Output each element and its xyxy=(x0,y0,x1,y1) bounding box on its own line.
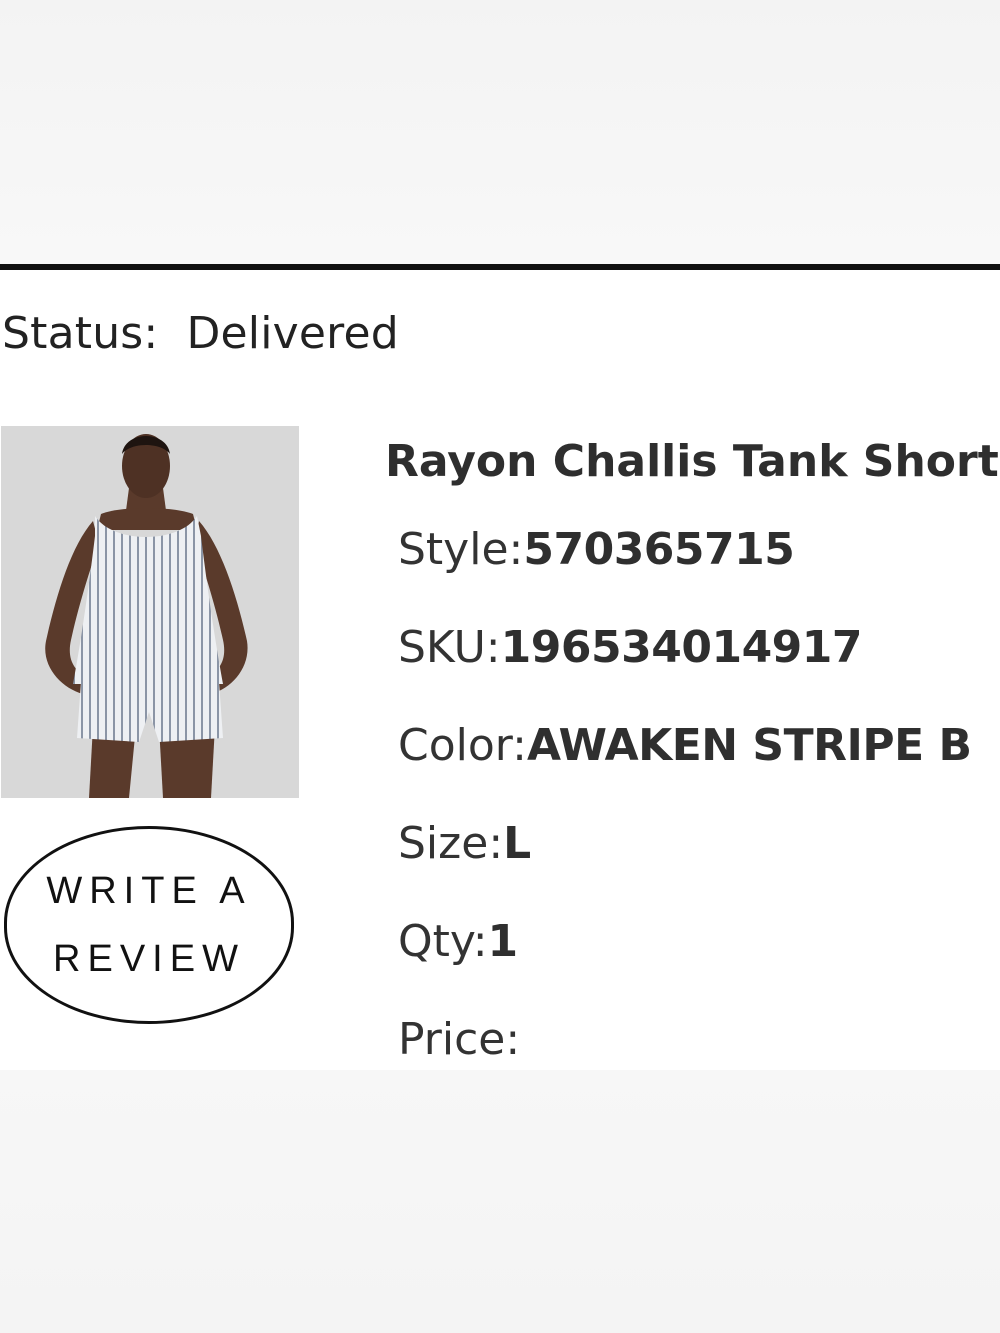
price-label: Price: xyxy=(398,1014,521,1065)
qty-label: Qty: xyxy=(398,916,488,967)
write-review-button[interactable]: WRITE A REVIEW xyxy=(4,826,294,1024)
product-image[interactable] xyxy=(1,426,299,798)
product-price: Price: xyxy=(398,1014,520,1065)
product-sku: SKU:196534014917 xyxy=(398,622,863,673)
color-value: AWAKEN STRIPE B xyxy=(526,720,972,771)
product-size: Size:L xyxy=(398,818,531,869)
order-item-card: Status: Delivered WRITE A REVIEW Rayon C… xyxy=(0,270,1000,1070)
status-value: Delivered xyxy=(186,308,399,359)
sku-value: 196534014917 xyxy=(500,622,863,673)
sku-label: SKU: xyxy=(398,622,501,673)
product-photo-illustration xyxy=(1,426,299,798)
size-value: L xyxy=(503,818,531,869)
top-blurred-area xyxy=(0,0,1000,264)
size-label: Size: xyxy=(398,818,504,869)
product-quantity: Qty:1 xyxy=(398,916,518,967)
product-style: Style:570365715 xyxy=(398,524,795,575)
style-value: 570365715 xyxy=(523,524,795,575)
write-review-label: WRITE A REVIEW xyxy=(46,870,252,980)
product-name[interactable]: Rayon Challis Tank Short xyxy=(385,436,999,487)
color-label: Color: xyxy=(398,720,527,771)
style-label: Style: xyxy=(398,524,524,575)
product-color: Color:AWAKEN STRIPE B xyxy=(398,720,972,771)
qty-value: 1 xyxy=(487,916,519,967)
order-status: Status: Delivered xyxy=(2,308,399,359)
bottom-blurred-area xyxy=(0,1070,1000,1333)
status-label: Status: xyxy=(2,308,159,359)
